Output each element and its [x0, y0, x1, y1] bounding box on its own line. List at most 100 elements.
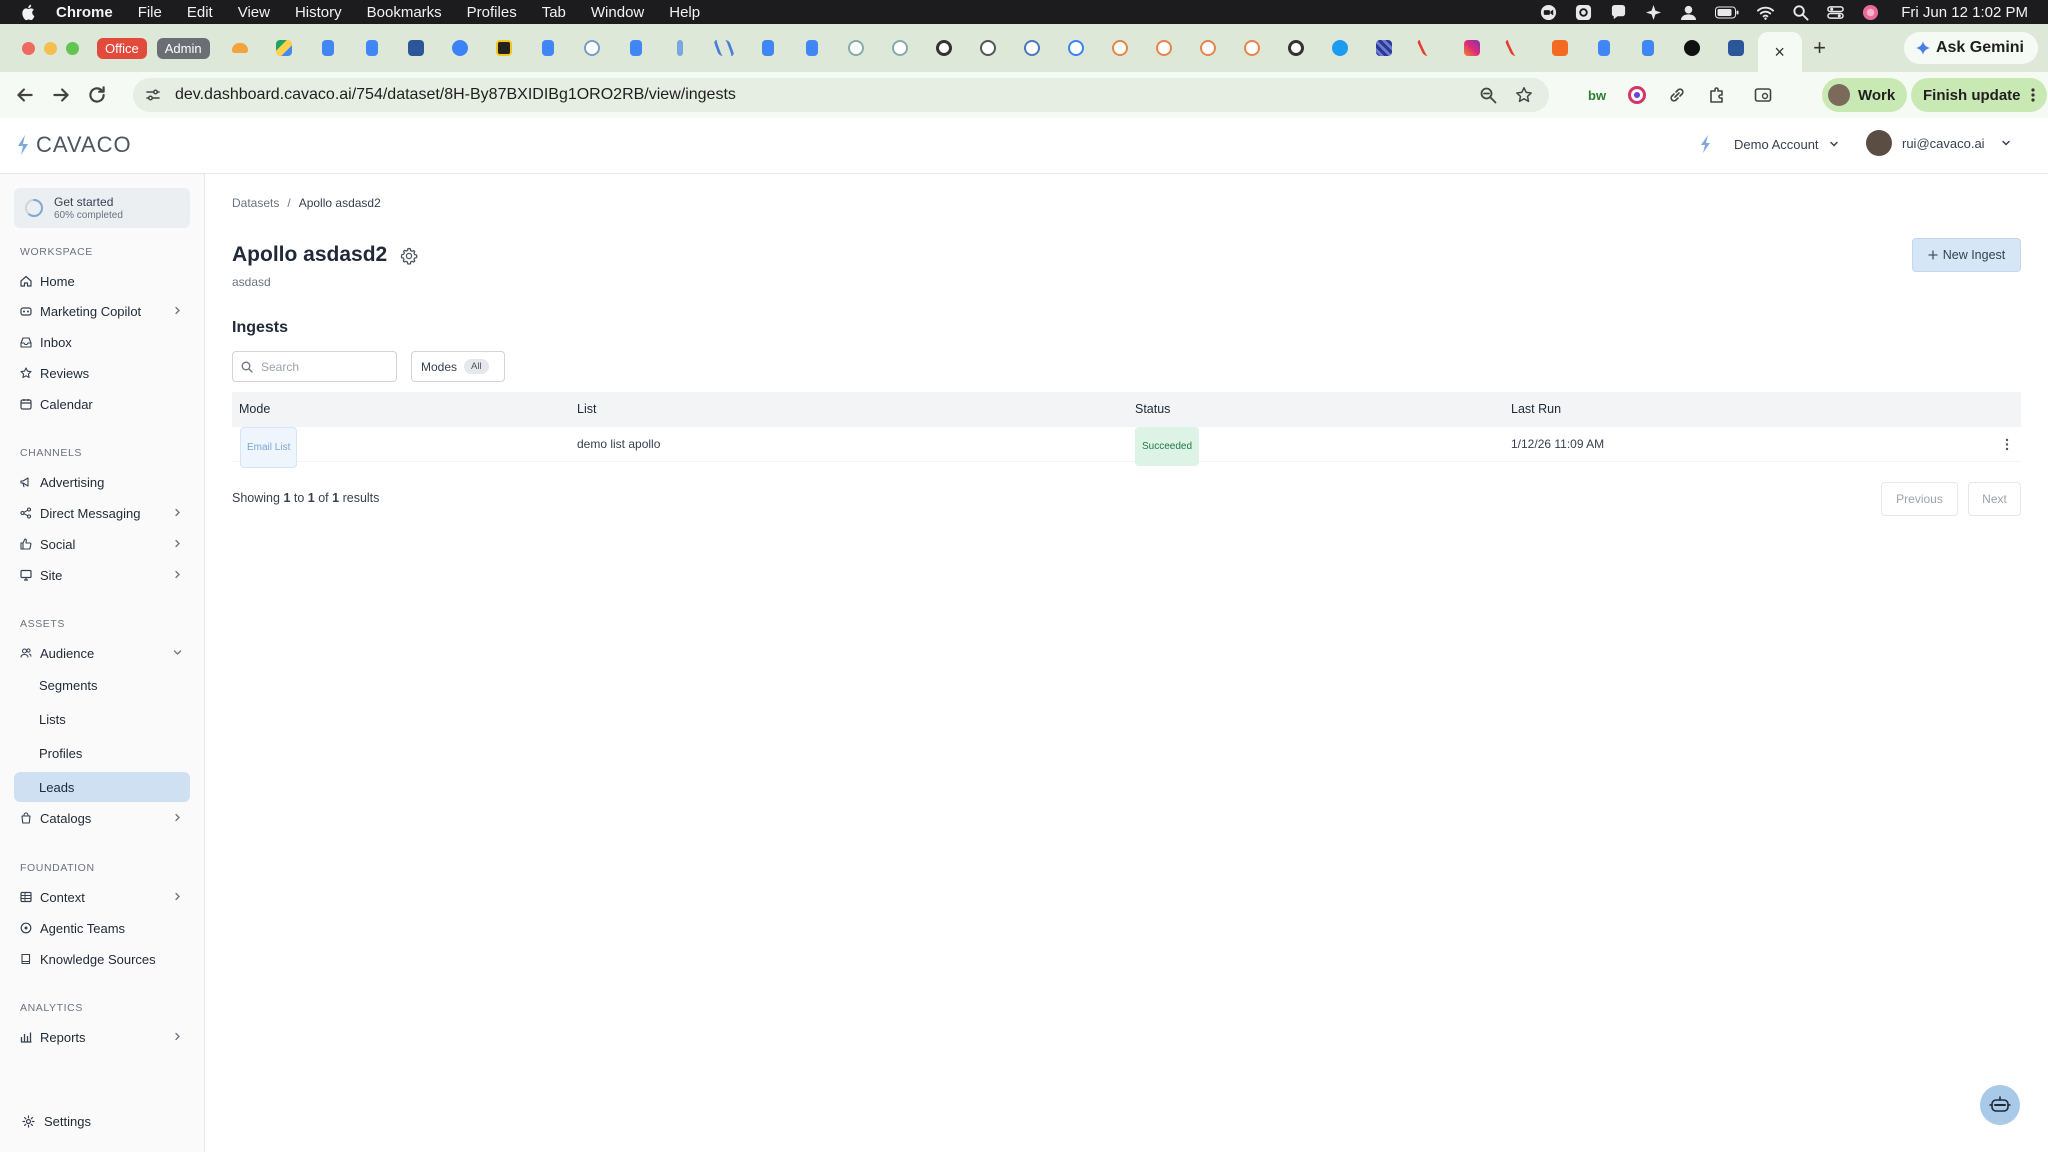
- link-extension-icon[interactable]: [1668, 86, 1686, 104]
- menu-file[interactable]: File: [138, 4, 162, 21]
- tab-cavaco-4[interactable]: [966, 30, 1010, 66]
- sidebar-item-agentic-teams[interactable]: Agentic Teams: [14, 913, 190, 943]
- sidebar-item-settings[interactable]: Settings: [22, 1114, 91, 1129]
- tab-cloud[interactable]: [218, 30, 262, 66]
- tab-drive[interactable]: [262, 30, 306, 66]
- tab-docs-1[interactable]: [306, 30, 350, 66]
- sparkle-status-icon[interactable]: [1645, 4, 1662, 21]
- ask-gemini-button[interactable]: Ask Gemini: [1903, 32, 2038, 64]
- tab-github[interactable]: [1670, 30, 1714, 66]
- sidebar-item-catalogs[interactable]: Catalogs: [14, 803, 190, 833]
- modes-filter-button[interactable]: Modes All: [411, 351, 505, 382]
- url-text[interactable]: dev.dashboard.cavaco.ai/754/dataset/8H-B…: [175, 86, 736, 104]
- sidebar-item-marketing-copilot[interactable]: Marketing Copilot: [14, 296, 190, 326]
- profile-work-button[interactable]: Work: [1822, 78, 1908, 112]
- get-started-card[interactable]: Get started 60% completed: [14, 188, 190, 228]
- battery-icon[interactable]: [1715, 4, 1739, 21]
- sidebar-item-profiles[interactable]: Profiles: [14, 738, 190, 768]
- sidebar-item-audience[interactable]: Audience: [14, 638, 190, 668]
- menubar-clock[interactable]: Fri Jun 12 1:02 PM: [1901, 4, 2028, 21]
- menu-help[interactable]: Help: [669, 4, 700, 21]
- tab-red-x[interactable]: [1406, 30, 1450, 66]
- tab-search-icon[interactable]: [1754, 86, 1772, 104]
- bookmark-star-icon[interactable]: [1515, 86, 1533, 104]
- tab-cavaco-2[interactable]: [834, 30, 878, 66]
- address-bar[interactable]: dev.dashboard.cavaco.ai/754/dataset/8H-B…: [133, 78, 1549, 112]
- tab-pattern[interactable]: [1362, 30, 1406, 66]
- siri-icon[interactable]: [1862, 4, 1879, 21]
- wifi-icon[interactable]: [1757, 4, 1775, 21]
- menu-edit[interactable]: Edit: [187, 4, 213, 21]
- tab-orange-2[interactable]: [1142, 30, 1186, 66]
- sidebar-item-advertising[interactable]: Advertising: [14, 467, 190, 497]
- zoom-icon[interactable]: [1479, 86, 1497, 104]
- tab-docs-7[interactable]: [1582, 30, 1626, 66]
- tab-blue-circle-2[interactable]: [1054, 30, 1098, 66]
- tab-word[interactable]: [394, 30, 438, 66]
- tab-bolt[interactable]: [658, 30, 702, 66]
- active-tab[interactable]: ×: [1757, 32, 1802, 72]
- tab-group-admin[interactable]: Admin: [156, 37, 210, 59]
- tab-group-office[interactable]: Office: [97, 37, 147, 59]
- tab-fire[interactable]: [1538, 30, 1582, 66]
- close-window-button[interactable]: [22, 41, 35, 55]
- sidebar-item-reviews[interactable]: Reviews: [14, 358, 190, 388]
- close-tab-icon[interactable]: ×: [1774, 42, 1785, 63]
- row-actions-more-icon[interactable]: [2005, 438, 2009, 451]
- sidebar-item-lists[interactable]: Lists: [14, 704, 190, 734]
- tab-dark-app[interactable]: [482, 30, 526, 66]
- search-field[interactable]: [232, 351, 397, 382]
- menu-window[interactable]: Window: [591, 4, 644, 21]
- new-ingest-button[interactable]: New Ingest: [1912, 238, 2021, 272]
- site-settings-icon[interactable]: [145, 87, 161, 103]
- menu-bookmarks[interactable]: Bookmarks: [367, 4, 442, 21]
- chat-assistant-button[interactable]: [1980, 1085, 2020, 1125]
- menu-tab[interactable]: Tab: [542, 4, 566, 21]
- tab-docs-5[interactable]: [746, 30, 790, 66]
- tab-red-x-2[interactable]: [1494, 30, 1538, 66]
- zoom-status-icon[interactable]: [1540, 4, 1557, 21]
- user-status-icon[interactable]: [1680, 4, 1697, 21]
- tab-cavaco-3[interactable]: [878, 30, 922, 66]
- sidebar-item-reports[interactable]: Reports: [14, 1022, 190, 1052]
- sidebar-item-direct-messaging[interactable]: Direct Messaging: [14, 498, 190, 528]
- sidebar-item-segments[interactable]: Segments: [14, 670, 190, 700]
- dataset-settings-gear-icon[interactable]: [399, 246, 419, 266]
- menu-app-name[interactable]: Chrome: [56, 4, 113, 21]
- zoom-window-button[interactable]: [66, 41, 79, 55]
- tab-word-2[interactable]: [1714, 30, 1758, 66]
- next-page-button[interactable]: Next: [1968, 482, 2021, 516]
- tab-instagram[interactable]: [1450, 30, 1494, 66]
- tab-record-1[interactable]: [922, 30, 966, 66]
- back-icon[interactable]: [14, 84, 36, 106]
- reload-icon[interactable]: [86, 84, 108, 106]
- puzzle-extensions-icon[interactable]: [1708, 86, 1726, 104]
- search-input[interactable]: [261, 359, 381, 374]
- tab-docs-2[interactable]: [350, 30, 394, 66]
- menu-history[interactable]: History: [295, 4, 342, 21]
- tab-docs-3[interactable]: [526, 30, 570, 66]
- forward-icon[interactable]: [50, 84, 72, 106]
- sidebar-item-leads[interactable]: Leads: [14, 772, 190, 802]
- apple-icon[interactable]: [20, 3, 38, 21]
- table-row[interactable]: Email List demo list apollo Succeeded 1/…: [232, 427, 2021, 468]
- spotlight-search-icon[interactable]: [1792, 4, 1809, 21]
- tab-docs-6[interactable]: [790, 30, 834, 66]
- tab-record-2[interactable]: [1274, 30, 1318, 66]
- minimize-window-button[interactable]: [44, 41, 57, 55]
- sidebar-item-site[interactable]: Site: [14, 560, 190, 590]
- tab-circle-blue-1[interactable]: [438, 30, 482, 66]
- column-header-last-run[interactable]: Last Run: [1511, 392, 1561, 427]
- tab-orange-1[interactable]: [1098, 30, 1142, 66]
- chat-status-icon[interactable]: [1610, 4, 1627, 21]
- tab-docs-4[interactable]: [614, 30, 658, 66]
- menu-profiles[interactable]: Profiles: [467, 4, 517, 21]
- settings-status-icon[interactable]: [1575, 4, 1592, 21]
- column-header-mode[interactable]: Mode: [239, 392, 270, 427]
- sidebar-item-context[interactable]: Context: [14, 882, 190, 912]
- previous-page-button[interactable]: Previous: [1881, 482, 1958, 516]
- sidebar-item-inbox[interactable]: Inbox: [14, 327, 190, 357]
- finish-update-button[interactable]: Finish update: [1911, 78, 2047, 112]
- menu-view[interactable]: View: [238, 4, 270, 21]
- column-header-status[interactable]: Status: [1135, 392, 1170, 427]
